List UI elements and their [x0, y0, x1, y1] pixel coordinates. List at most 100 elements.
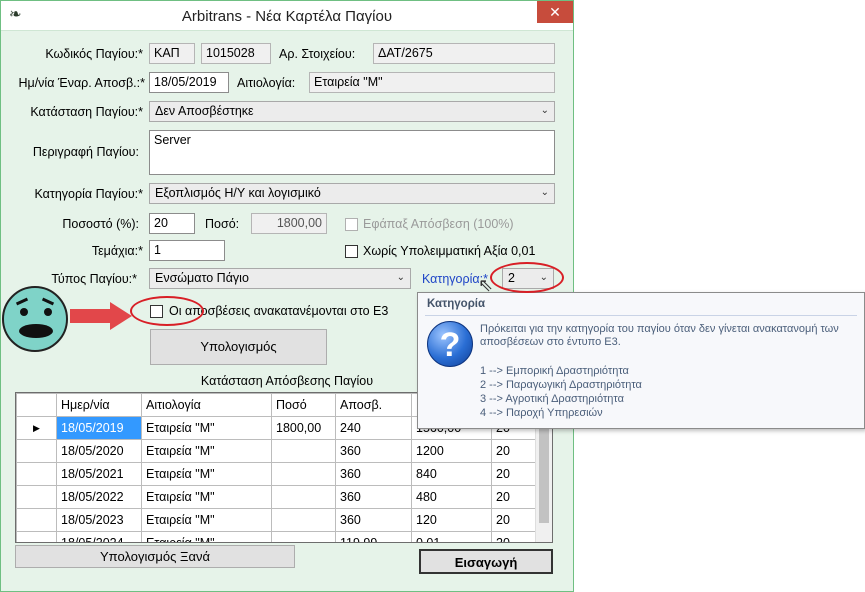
percent-label: Ποσοστό (%): — [62, 217, 139, 231]
table-cell[interactable]: 1800,00 — [271, 416, 336, 440]
table-row[interactable]: 18/05/2020 Εταιρεία "Μ" 360 1200 20 — [16, 439, 538, 463]
code-number-field[interactable]: 1015028 — [201, 43, 271, 64]
tooltip-item: 3 --> Αγροτική Δραστηριότητα — [480, 393, 624, 405]
chevron-down-icon: ⌄ — [540, 187, 549, 198]
reason-field[interactable]: Εταιρεία "Μ" — [309, 72, 555, 93]
calculate-button[interactable]: Υπολογισμός — [150, 329, 327, 365]
table-cell[interactable]: Εταιρεία "Μ" — [141, 416, 272, 440]
table-cell[interactable] — [271, 485, 336, 509]
table-cell[interactable]: 20 — [491, 439, 538, 463]
row-header-cell — [16, 462, 57, 486]
percent-field[interactable]: 20 — [149, 213, 195, 234]
close-button[interactable]: ✕ — [537, 1, 573, 23]
mouse-pointer-icon: ⇖ — [478, 275, 494, 295]
arrow-right-icon — [110, 302, 132, 330]
type-label: Τύπος Παγίου:* — [51, 272, 137, 286]
status-label: Κατάσταση Παγίου:* — [30, 105, 143, 119]
tooltip-list: 1 --> Εμπορική Δραστηριότητα 2 --> Παραγ… — [480, 364, 642, 420]
table-row[interactable]: 18/05/2021 Εταιρεία "Μ" 360 840 20 — [16, 462, 538, 486]
status-combo[interactable]: Δεν Αποσβέστηκε ⌄ — [149, 101, 555, 122]
eye — [44, 308, 52, 316]
table-row[interactable]: 18/05/2023 Εταιρεία "Μ" 360 120 20 — [16, 508, 538, 532]
table-cell[interactable]: 18/05/2019 — [56, 416, 142, 440]
row-header-cell — [16, 393, 57, 417]
category-label: Κατηγορία Παγίου:* — [34, 187, 144, 201]
column-header[interactable]: Αποσβ. — [335, 393, 412, 417]
table-cell[interactable]: 840 — [411, 462, 492, 486]
amount-label: Ποσό: — [205, 217, 240, 231]
table-cell[interactable]: Εταιρεία "Μ" — [141, 462, 272, 486]
tooltip-divider — [425, 315, 857, 316]
table-cell[interactable]: 360 — [335, 508, 412, 532]
column-header[interactable]: Ημερ/νία — [56, 393, 142, 417]
table-cell[interactable]: 1200 — [411, 439, 492, 463]
annotation-arrow-shaft — [70, 309, 112, 323]
table-cell[interactable]: 20 — [491, 462, 538, 486]
column-header[interactable]: Αιτιολογία — [141, 393, 272, 417]
table-row[interactable]: 18/05/2024 Εταιρεία "Μ" 119,99 0,01 20 — [16, 531, 538, 542]
table-cell[interactable]: Εταιρεία "Μ" — [141, 439, 272, 463]
units-field[interactable]: 1 — [149, 240, 225, 261]
table-cell[interactable]: 119,99 — [335, 531, 412, 542]
insert-button[interactable]: Εισαγωγή — [419, 549, 553, 574]
table-cell[interactable]: 18/05/2020 — [56, 439, 142, 463]
table-cell[interactable]: 18/05/2023 — [56, 508, 142, 532]
type-value: Ενσώματο Πάγιο — [155, 271, 249, 285]
table-cell[interactable]: Εταιρεία "Μ" — [141, 531, 272, 542]
current-row-icon: ▶ — [16, 416, 57, 440]
table-cell[interactable]: 20 — [491, 485, 538, 509]
table-cell[interactable] — [271, 439, 336, 463]
chevron-down-icon: ⌄ — [540, 105, 549, 116]
tooltip-item: 4 --> Παροχή Υπηρεσιών — [480, 407, 603, 419]
row-header-cell — [16, 439, 57, 463]
once-label: Εφάπαξ Απόσβεση (100%) — [363, 217, 514, 231]
type-combo[interactable]: Ενσώματο Πάγιο ⌄ — [149, 268, 411, 289]
table-cell[interactable] — [271, 531, 336, 542]
highlight-ring-checkbox — [130, 296, 204, 326]
reason-label: Αιτιολογία: — [237, 76, 296, 90]
highlight-ring-category — [490, 262, 564, 293]
scroll-thumb[interactable] — [539, 413, 549, 523]
table-cell[interactable]: 18/05/2021 — [56, 462, 142, 486]
table-cell[interactable]: 120 — [411, 508, 492, 532]
table-cell[interactable]: 0,01 — [411, 531, 492, 542]
table-cell[interactable]: 360 — [335, 485, 412, 509]
code-prefix-field[interactable]: ΚΑΠ — [149, 43, 195, 64]
column-header[interactable]: Ποσό — [271, 393, 336, 417]
category-tooltip: Κατηγορία ? Πρόκειται για την κατηγορία … — [417, 292, 865, 429]
tooltip-body: Πρόκειται για την κατηγορία του παγίου ό… — [480, 323, 839, 348]
no-residual-checkbox[interactable] — [345, 245, 358, 258]
title-bar[interactable]: ❧ Arbitrans - Νέα Καρτέλα Παγίου ✕ — [1, 1, 573, 31]
mouth — [19, 324, 53, 338]
table-cell[interactable]: 20 — [491, 508, 538, 532]
table-cell[interactable]: 18/05/2024 — [56, 531, 142, 542]
table-cell[interactable]: 360 — [335, 439, 412, 463]
invoice-field[interactable]: ΔΑΤ/2675 — [373, 43, 555, 64]
code-label: Κωδικός Παγίου:* — [45, 47, 143, 61]
row-header-cell — [16, 531, 57, 542]
table-cell[interactable]: Εταιρεία "Μ" — [141, 485, 272, 509]
description-field[interactable]: Server — [149, 130, 555, 175]
table-cell[interactable]: 360 — [335, 462, 412, 486]
row-header-cell — [16, 485, 57, 509]
start-date-field[interactable]: 18/05/2019 — [149, 72, 229, 93]
table-cell[interactable] — [271, 508, 336, 532]
question-icon: ? — [427, 321, 473, 367]
table-cell[interactable]: 480 — [411, 485, 492, 509]
table-cell[interactable] — [271, 462, 336, 486]
table-row[interactable]: 18/05/2022 Εταιρεία "Μ" 360 480 20 — [16, 485, 538, 509]
eyebrow — [41, 297, 55, 306]
tooltip-item: 2 --> Παραγωγική Δραστηριότητα — [480, 379, 642, 391]
table-cell[interactable]: 20 — [491, 531, 538, 542]
chevron-down-icon: ⌄ — [396, 272, 405, 283]
tooltip-title: Κατηγορία — [427, 298, 486, 310]
table-cell[interactable]: Εταιρεία "Μ" — [141, 508, 272, 532]
table-cell[interactable]: 240 — [335, 416, 412, 440]
once-checkbox[interactable] — [345, 218, 358, 231]
table-cell[interactable]: 18/05/2022 — [56, 485, 142, 509]
amount-field[interactable]: 1800,00 — [251, 213, 327, 234]
category-combo[interactable]: Εξοπλισμός Η/Υ και λογισμικό ⌄ — [149, 183, 555, 204]
window-title: Arbitrans - Νέα Καρτέλα Παγίου — [181, 8, 393, 25]
recalculate-button[interactable]: Υπολογισμός Ξανά — [15, 545, 295, 568]
start-date-label: Ημ/νία Έναρ. Αποσβ.:* — [18, 76, 145, 90]
